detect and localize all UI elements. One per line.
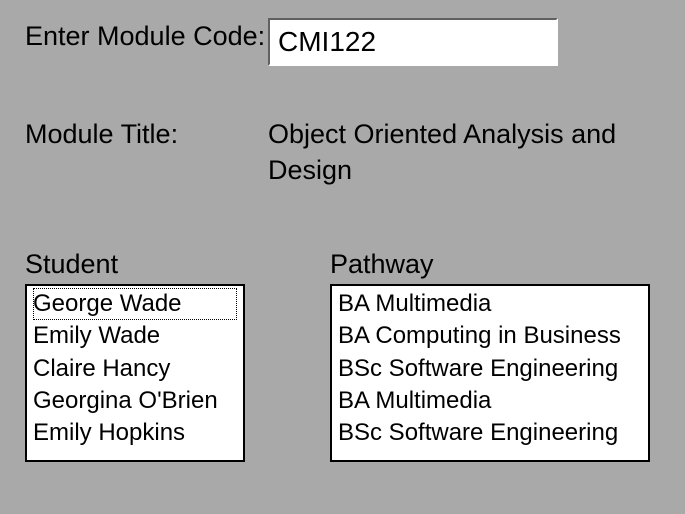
list-item[interactable]: George Wade <box>33 288 237 320</box>
list-item[interactable]: BA Multimedia <box>338 385 642 417</box>
module-code-label: Enter Module Code: <box>25 18 268 54</box>
list-item[interactable]: BSc Software Engineering <box>338 417 642 449</box>
student-listbox[interactable]: George Wade Emily Wade Claire Hancy Geor… <box>25 284 245 462</box>
module-title-value: Object Oriented Analysis and Design <box>268 116 660 189</box>
list-item[interactable]: Claire Hancy <box>33 353 237 385</box>
list-item[interactable]: BA Multimedia <box>338 288 642 320</box>
list-item[interactable]: Emily Hopkins <box>33 417 237 449</box>
module-code-value-col <box>268 18 660 66</box>
module-title-label: Module Title: <box>25 116 268 152</box>
lists-row: Student George Wade Emily Wade Claire Ha… <box>0 189 685 462</box>
pathway-column: Pathway BA Multimedia BA Computing in Bu… <box>330 249 650 462</box>
module-title-row: Module Title: Object Oriented Analysis a… <box>0 66 685 189</box>
pathway-header: Pathway <box>330 249 650 280</box>
list-item[interactable]: BSc Software Engineering <box>338 353 642 385</box>
student-column: Student George Wade Emily Wade Claire Ha… <box>25 249 245 462</box>
list-item[interactable]: Georgina O'Brien <box>33 385 237 417</box>
module-code-row: Enter Module Code: <box>0 0 685 66</box>
list-item[interactable]: BA Computing in Business <box>338 320 642 352</box>
module-code-input[interactable] <box>268 18 558 66</box>
pathway-listbox[interactable]: BA Multimedia BA Computing in Business B… <box>330 284 650 462</box>
list-item[interactable]: Emily Wade <box>33 320 237 352</box>
student-header: Student <box>25 249 245 280</box>
